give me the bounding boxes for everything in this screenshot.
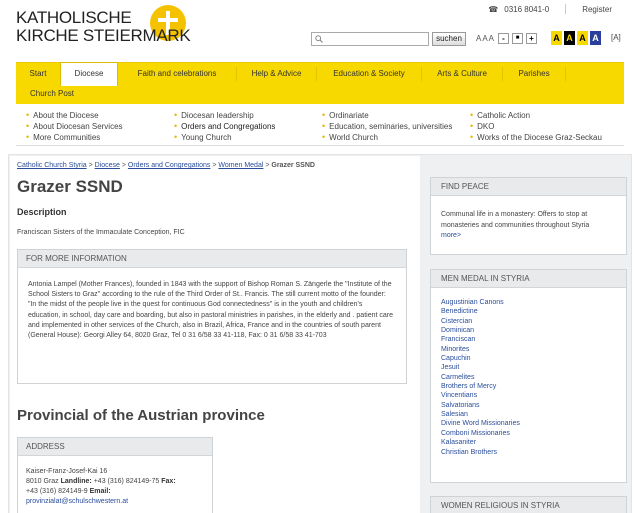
order-link[interactable]: Christian Brothers <box>441 448 616 457</box>
description-heading: Description <box>17 207 67 217</box>
men-medal-heading: MEN MEDAL IN STYRIA <box>431 270 626 288</box>
contrast-yellow2-button[interactable]: A <box>577 31 588 45</box>
email-link[interactable]: provinzialat@schulschwestern.at <box>26 497 204 507</box>
menu-link-active[interactable]: Orders and Congregations <box>174 121 275 132</box>
menu-column-2: Diocesan leadership Orders and Congregat… <box>174 110 275 143</box>
order-link[interactable]: Salesian <box>441 410 616 419</box>
order-link[interactable]: Cistercian <box>441 317 616 326</box>
order-link[interactable]: Franciscan <box>441 335 616 344</box>
nav-faith[interactable]: Faith and celebrations <box>118 63 236 85</box>
nav-church-post[interactable]: Church Post <box>30 89 74 98</box>
register-link[interactable]: Register <box>582 5 612 14</box>
font-size-controls: AAA - ■ + <box>476 33 538 44</box>
more-info-heading: FOR MORE INFORMATION <box>18 250 406 268</box>
order-link[interactable]: Jesuit <box>441 363 616 372</box>
contrast-blue-button[interactable]: A <box>590 31 601 45</box>
orders-list: Augustinian Canons Benedictine Cistercia… <box>431 288 626 457</box>
menu-column-1: About the Diocese About Diocesan Service… <box>26 110 123 143</box>
diocese-menu: About the Diocese About Diocesan Service… <box>16 104 624 146</box>
font-reset-button[interactable]: ■ <box>512 33 524 44</box>
menu-column-3: Ordinariate Education, seminaries, unive… <box>322 110 452 143</box>
plain-view-link[interactable]: [A] <box>611 33 621 42</box>
font-decrease-button[interactable]: - <box>498 33 510 44</box>
nav-diocese[interactable]: Diocese <box>60 62 118 87</box>
contrast-yellow-button[interactable]: A <box>551 31 562 45</box>
breadcrumb: Catholic Church Styria > Diocese > Order… <box>17 162 315 169</box>
fax-label: Fax: <box>161 478 176 485</box>
order-link[interactable]: Minorites <box>441 345 616 354</box>
sub-nav: Church Post <box>16 86 624 104</box>
search-input[interactable] <box>311 32 429 46</box>
order-link[interactable]: Brothers of Mercy <box>441 382 616 391</box>
breadcrumb-link[interactable]: Women Medal <box>218 162 263 169</box>
phone-icon: ☎ <box>488 4 499 14</box>
address-city: 8010 Graz <box>26 478 59 485</box>
order-link[interactable]: Benedictine <box>441 307 616 316</box>
email-label: Email: <box>89 488 111 495</box>
men-medal-box: MEN MEDAL IN STYRIA Augustinian Canons B… <box>430 269 627 483</box>
landline-label: Landline: <box>60 478 92 485</box>
logo-line2: KIRCHE STEIERMARK <box>16 26 191 45</box>
find-peace-box: FIND PEACE Communal life in a monastery:… <box>430 177 627 255</box>
menu-link[interactable]: DKO <box>470 121 602 132</box>
nav-parishes[interactable]: Parishes <box>503 63 565 85</box>
order-link[interactable]: Divine Word Missionaries <box>441 419 616 428</box>
nav-divider <box>565 67 566 81</box>
order-link[interactable]: Comboni Missionaries <box>441 429 616 438</box>
menu-link[interactable]: More Communities <box>26 132 123 143</box>
contrast-controls: A A A A <box>551 31 601 45</box>
order-link[interactable]: Kalasaniter <box>441 438 616 447</box>
divider <box>565 4 567 14</box>
nav-help[interactable]: Help & Advice <box>237 63 316 85</box>
breadcrumb-link[interactable]: Diocese <box>95 162 120 169</box>
more-info-text: Antonia Lampel (Mother Frances), founded… <box>28 281 393 340</box>
women-religious-heading: WOMEN RELIGIOUS IN STYRIA <box>431 497 626 513</box>
order-link[interactable]: Capuchin <box>441 354 616 363</box>
find-peace-more-link[interactable]: more> <box>441 232 461 239</box>
menu-link[interactable]: About Diocesan Services <box>26 121 122 132</box>
order-link[interactable]: Carmelites <box>441 373 616 382</box>
fax-number: +43 (316) 824149-9 <box>26 488 88 495</box>
nav-education[interactable]: Education & Society <box>317 63 421 85</box>
province-heading: Provincial of the Austrian province <box>17 407 265 424</box>
menu-link[interactable]: Ordinariate <box>322 110 452 121</box>
address-heading: ADDRESS <box>18 438 212 456</box>
nav-start[interactable]: Start <box>16 63 60 85</box>
breadcrumb-link[interactable]: Catholic Church Styria <box>17 162 87 169</box>
menu-link[interactable]: Works of the Diocese Graz-Seckau <box>470 132 602 143</box>
more-info-box: FOR MORE INFORMATION Antonia Lampel (Mot… <box>17 249 407 384</box>
page-title: Grazer SSND <box>17 177 123 196</box>
menu-link[interactable]: About the Diocese <box>26 110 123 121</box>
phone-number[interactable]: 0316 8041-0 <box>504 5 549 14</box>
menu-link[interactable]: World Church <box>322 132 452 143</box>
breadcrumb-current: Grazer SSND <box>271 162 315 169</box>
find-peace-text: Communal life in a monastery: Offers to … <box>441 211 590 229</box>
search-icon <box>315 35 323 43</box>
order-link[interactable]: Augustinian Canons <box>441 298 616 307</box>
women-religious-box: WOMEN RELIGIOUS IN STYRIA <box>430 496 627 513</box>
main-nav: Start Diocese Faith and celebrations Hel… <box>16 62 624 87</box>
address-box: ADDRESS Kaiser-Franz-Josef-Kai 16 8010 G… <box>17 437 213 513</box>
address-street: Kaiser-Franz-Josef-Kai 16 <box>26 468 108 475</box>
menu-link[interactable]: Catholic Action <box>470 110 602 121</box>
order-link[interactable]: Vincentians <box>441 391 616 400</box>
logo-line1: KATHOLISCHE <box>16 8 132 27</box>
order-link[interactable]: Salvatorians <box>441 401 616 410</box>
font-size-label: AAA <box>476 34 496 43</box>
breadcrumb-link[interactable]: Orders and Congregations <box>128 162 211 169</box>
utility-bar: ☎ 0316 8041-0 Register <box>488 4 612 14</box>
logo[interactable]: KATHOLISCHE KIRCHE STEIERMARK <box>16 5 221 50</box>
contrast-dark-button[interactable]: A <box>564 31 575 45</box>
menu-link[interactable]: Young Church <box>174 132 275 143</box>
description-text: Franciscan Sisters of the Immaculate Con… <box>17 229 185 236</box>
menu-column-4: Catholic Action DKO Works of the Diocese… <box>470 110 602 143</box>
menu-link[interactable]: Education, seminaries, universities <box>322 121 452 132</box>
find-peace-heading: FIND PEACE <box>431 178 626 196</box>
nav-arts[interactable]: Arts & Culture <box>422 63 502 85</box>
order-link[interactable]: Dominican <box>441 326 616 335</box>
font-increase-button[interactable]: + <box>526 33 538 44</box>
landline-number[interactable]: +43 (316) 824149-75 <box>94 478 160 485</box>
search-button[interactable]: suchen <box>432 32 466 46</box>
menu-link[interactable]: Diocesan leadership <box>174 110 275 121</box>
